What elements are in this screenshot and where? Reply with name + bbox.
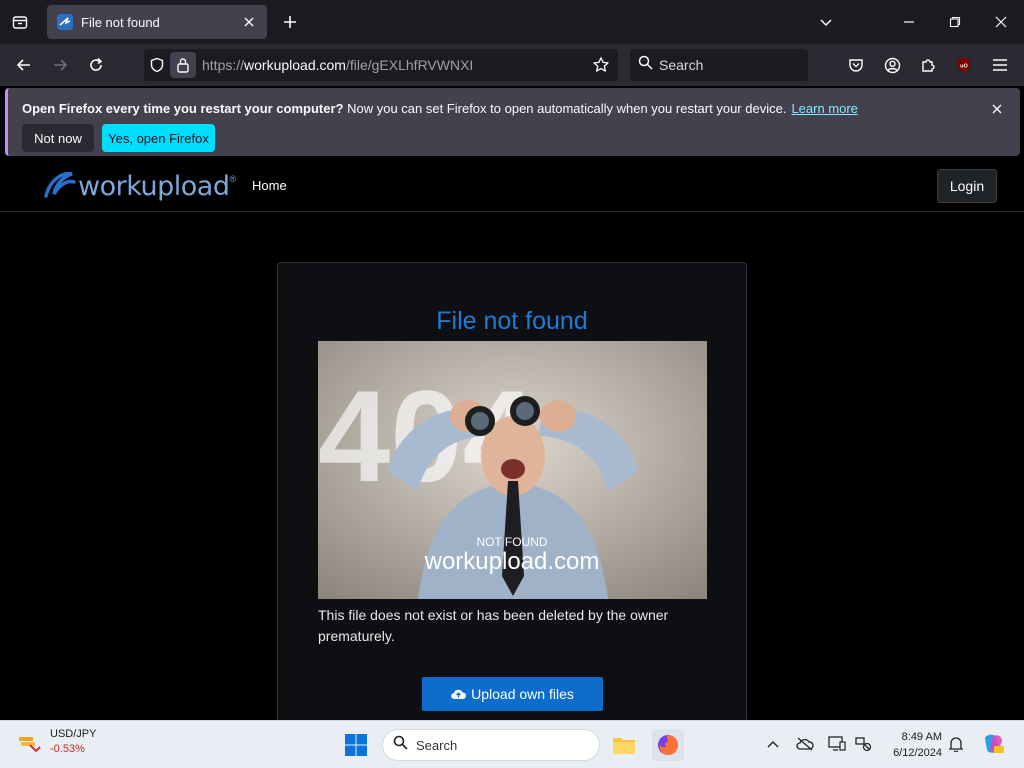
forward-arrow-icon[interactable] bbox=[47, 52, 73, 78]
url-text[interactable]: https://workupload.com/file/gEXLhfRVWNXI bbox=[202, 57, 588, 73]
onedrive-offline-icon[interactable] bbox=[794, 733, 816, 755]
image-caption-small: NOT FOUND bbox=[476, 535, 547, 549]
notification-message: Open Firefox every time you restart your… bbox=[22, 101, 858, 116]
screen: File not found https://workupload.com/fi… bbox=[0, 0, 1024, 768]
notification-bell-icon[interactable] bbox=[945, 733, 967, 755]
not-now-button[interactable]: Not now bbox=[22, 124, 94, 152]
tracking-shield-icon[interactable] bbox=[144, 52, 170, 78]
bookmark-star-icon[interactable] bbox=[588, 52, 614, 78]
list-all-tabs-icon[interactable] bbox=[8, 10, 32, 34]
url-prefix: https:// bbox=[202, 57, 245, 73]
search-placeholder: Search bbox=[659, 57, 704, 73]
url-host: workupload.com bbox=[244, 57, 346, 73]
tab-close-icon[interactable] bbox=[241, 14, 257, 30]
tab-active[interactable]: File not found bbox=[47, 5, 267, 39]
page-title: File not found bbox=[436, 307, 588, 335]
address-bar[interactable]: https://workupload.com/file/gEXLhfRVWNXI bbox=[144, 49, 618, 81]
nav-home-link[interactable]: Home bbox=[252, 178, 287, 193]
login-button[interactable]: Login bbox=[937, 169, 997, 203]
restore-icon[interactable] bbox=[943, 10, 967, 34]
taskbar-search-icon bbox=[393, 735, 408, 755]
search-bar[interactable]: Search bbox=[630, 49, 808, 81]
currency-chart-icon bbox=[19, 737, 41, 753]
widget-change: -0.53% bbox=[50, 743, 85, 755]
pocket-icon[interactable] bbox=[843, 52, 869, 78]
tab-overflow-chevron-icon[interactable] bbox=[814, 10, 838, 34]
window-close-icon[interactable] bbox=[989, 10, 1013, 34]
file-explorer-icon[interactable] bbox=[608, 729, 640, 761]
not-found-image: 404 NOT FOUND workuplo bbox=[318, 341, 707, 599]
image-caption-big: workupload.com bbox=[424, 548, 600, 575]
back-arrow-icon[interactable] bbox=[11, 52, 37, 78]
network-offline-icon[interactable] bbox=[852, 733, 874, 755]
notification-text: Now you can set Firefox to open automati… bbox=[343, 101, 787, 116]
show-hidden-icons-chevron[interactable] bbox=[762, 733, 784, 755]
copilot-icon[interactable] bbox=[980, 731, 1006, 757]
default-browser-notification: Open Firefox every time you restart your… bbox=[5, 88, 1020, 156]
windows-start-icon[interactable] bbox=[344, 733, 368, 757]
workupload-logo[interactable]: workupload ® bbox=[42, 168, 236, 204]
file-not-found-card: File not found 404 bbox=[277, 262, 747, 732]
clock-time: 8:49 AM bbox=[901, 731, 942, 743]
upload-own-files-button[interactable]: Upload own files bbox=[422, 677, 603, 711]
clock-date: 6/12/2024 bbox=[893, 747, 942, 759]
tab-strip: File not found bbox=[0, 0, 1024, 44]
navigation-toolbar: https://workupload.com/file/gEXLhfRVWNXI… bbox=[0, 44, 1024, 86]
learn-more-link[interactable]: Learn more bbox=[791, 101, 857, 116]
yes-open-firefox-button[interactable]: Yes, open Firefox bbox=[102, 124, 215, 152]
ublock-origin-icon[interactable]: uO bbox=[951, 52, 977, 78]
notification-bold-text: Open Firefox every time you restart your… bbox=[22, 101, 344, 116]
logo-text: workupload bbox=[78, 170, 230, 202]
search-icon bbox=[638, 55, 653, 75]
lock-icon[interactable] bbox=[170, 52, 196, 78]
new-tab-plus-icon[interactable] bbox=[278, 10, 302, 34]
windows-taskbar: USD/JPY -0.53% Search 8:49 AM 6/12/2024 bbox=[0, 720, 1024, 768]
not-found-description: This file does not exist or has been del… bbox=[318, 607, 669, 644]
svg-text:uO: uO bbox=[960, 64, 968, 70]
logo-registered-mark: ® bbox=[229, 174, 237, 184]
app-menu-hamburger-icon[interactable] bbox=[987, 52, 1013, 78]
widget-title: USD/JPY bbox=[50, 728, 97, 740]
tab-title: File not found bbox=[81, 14, 160, 30]
system-clock[interactable]: 8:49 AM 6/12/2024 bbox=[878, 729, 942, 761]
display-icon[interactable] bbox=[826, 733, 848, 755]
account-icon[interactable] bbox=[879, 52, 905, 78]
notification-close-icon[interactable] bbox=[988, 100, 1006, 118]
url-path: /file/gEXLhfRVWNXI bbox=[345, 57, 474, 73]
site-header: workupload ® Home Login bbox=[0, 160, 1024, 212]
cloud-upload-icon bbox=[451, 689, 467, 700]
firefox-taskbar-icon[interactable] bbox=[652, 729, 684, 761]
extensions-puzzle-icon[interactable] bbox=[915, 52, 941, 78]
upload-button-label: Upload own files bbox=[471, 686, 574, 702]
taskbar-search-box[interactable]: Search bbox=[382, 729, 600, 761]
stock-widget[interactable]: USD/JPY -0.53% bbox=[16, 727, 96, 757]
reload-icon[interactable] bbox=[83, 52, 109, 78]
workupload-favicon-icon bbox=[57, 14, 73, 30]
logo-swoosh-icon bbox=[44, 171, 76, 198]
taskbar-search-placeholder: Search bbox=[416, 737, 458, 753]
minimize-icon[interactable] bbox=[897, 10, 921, 34]
